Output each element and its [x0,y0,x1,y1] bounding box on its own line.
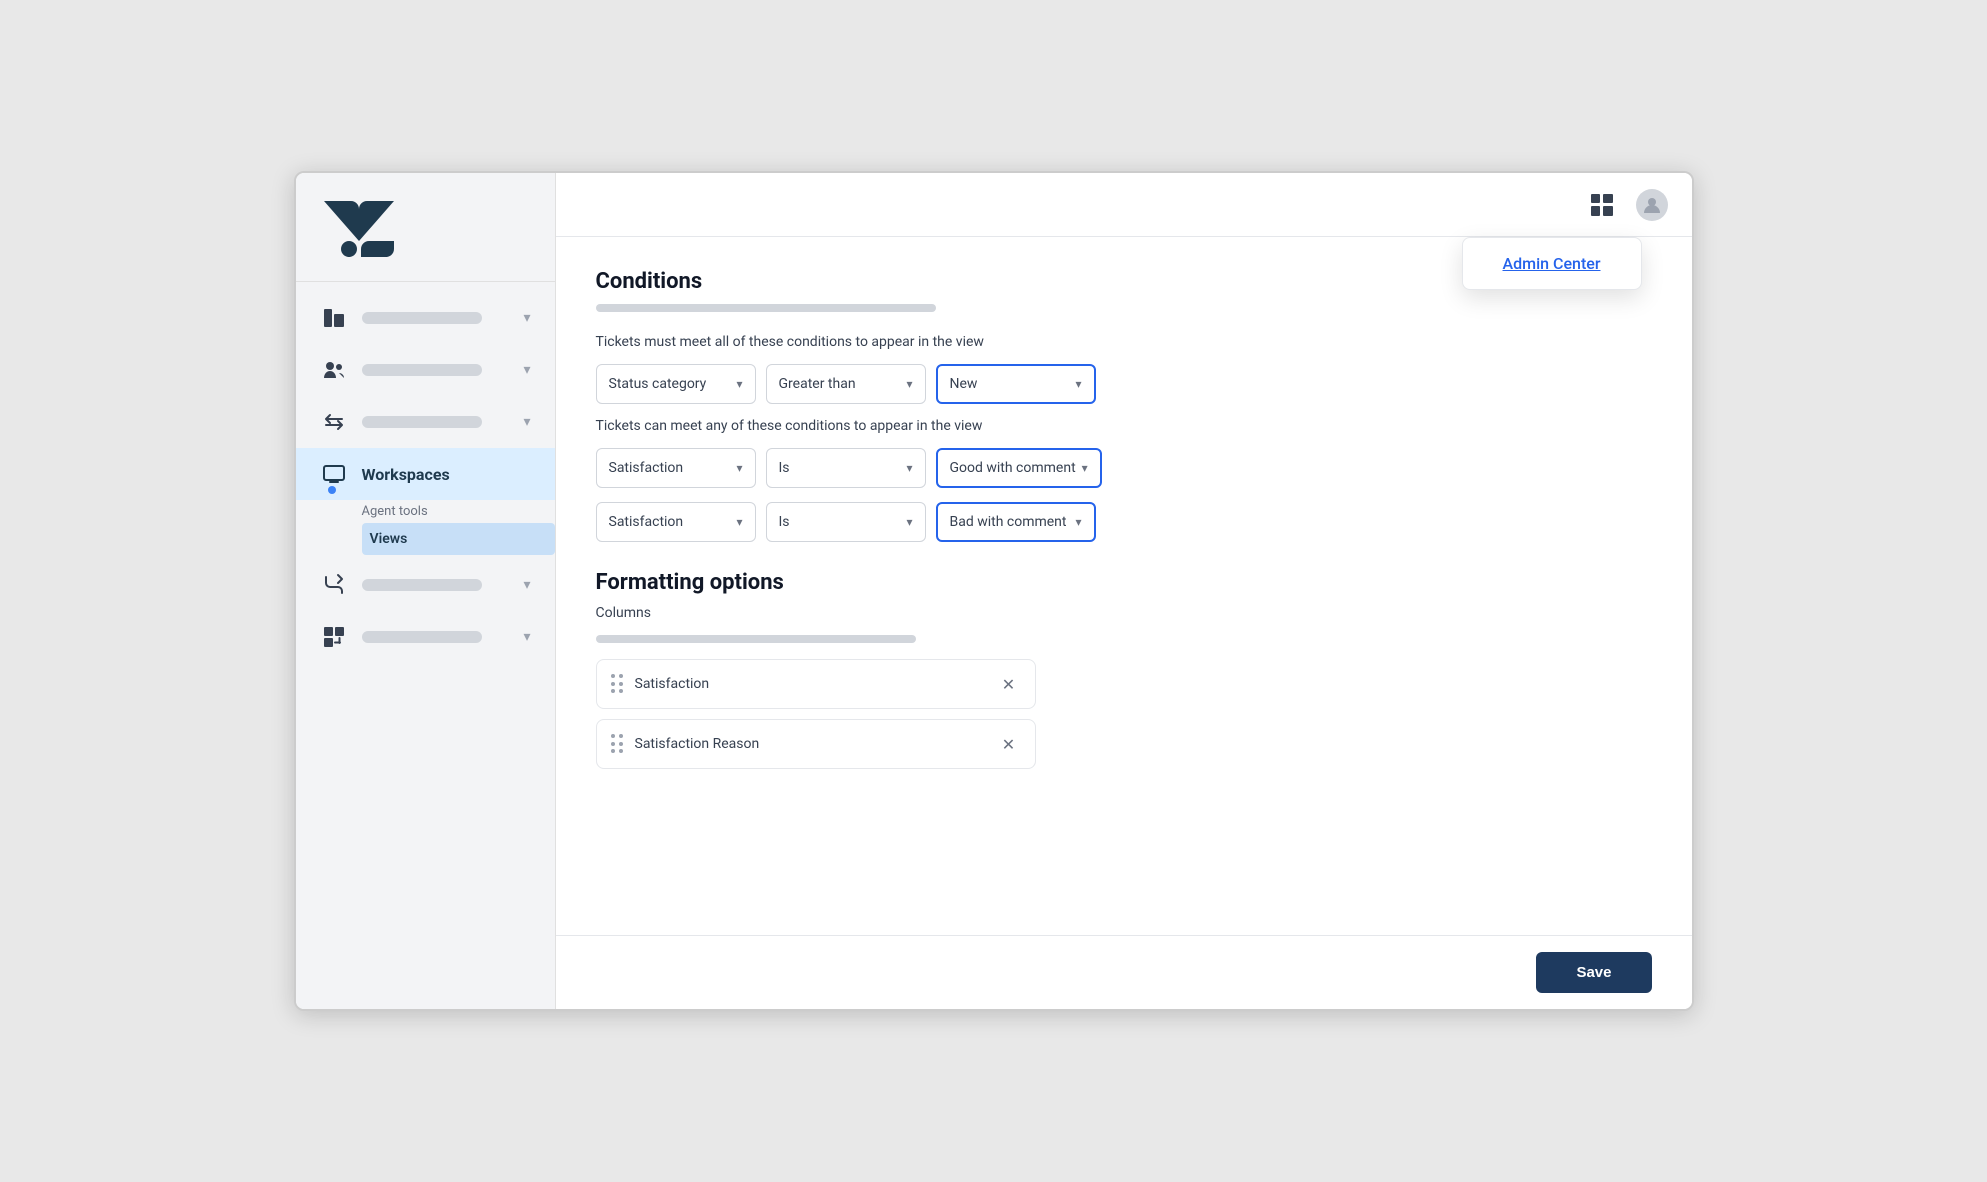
widgets-icon [320,623,348,651]
transfer-label [362,416,510,428]
sidebar-item-users[interactable]: ▾ [296,344,555,396]
remove-column-0-button[interactable]: ✕ [997,672,1021,696]
logo-area [296,173,555,282]
any-condition-field-chevron-0: ▾ [736,461,742,475]
admin-center-dropdown: Admin Center [1462,237,1642,290]
widgets-chevron: ▾ [523,629,530,645]
any-condition-value-select-0[interactable]: Good with comment ▾ [936,448,1102,488]
grid-icon [1591,194,1613,216]
sidebar-item-buildings[interactable]: ▾ [296,292,555,344]
page-content-area: Conditions Tickets must meet all of thes… [556,237,1692,935]
any-condition-operator-chevron-0: ▾ [906,461,912,475]
drag-handle-1[interactable] [611,734,625,754]
transfer-icon [320,408,348,436]
sidebar-item-transfer[interactable]: ▾ [296,396,555,448]
any-condition-operator-label-0: Is [779,460,901,476]
all-condition-row-0: Status category ▾ Greater than ▾ New ▾ [596,364,1652,404]
avatar-icon [1642,195,1662,215]
widgets-label [362,631,510,643]
any-condition-field-chevron-1: ▾ [736,515,742,529]
users-label [362,364,510,376]
any-condition-operator-label-1: Is [779,514,901,530]
user-avatar-button[interactable] [1636,189,1668,221]
main-content: Admin Center Conditions Tickets must mee… [556,173,1692,1009]
save-button[interactable]: Save [1536,952,1651,993]
any-condition-operator-select-1[interactable]: Is ▾ [766,502,926,542]
any-condition-value-label-0: Good with comment [950,460,1076,476]
apps-grid-button[interactable] [1584,187,1620,223]
any-condition-field-select-1[interactable]: Satisfaction ▾ [596,502,756,542]
any-condition-operator-select-0[interactable]: Is ▾ [766,448,926,488]
workspaces-icon [320,460,348,488]
workspaces-dot [328,486,336,494]
sidebar: ▾ ▾ ▾ [296,173,556,1009]
all-condition-operator-chevron-0: ▾ [906,377,912,391]
all-condition-operator-label-0: Greater than [779,376,901,392]
admin-center-link[interactable]: Admin Center [1503,254,1601,273]
any-conditions-desc: Tickets can meet any of these conditions… [596,418,1652,434]
any-condition-field-select-0[interactable]: Satisfaction ▾ [596,448,756,488]
any-condition-value-chevron-0: ▾ [1082,461,1088,475]
workspaces-label-text: Workspaces [362,465,531,484]
column-row-0: Satisfaction ✕ [596,659,1036,709]
formatting-section: Formatting options Columns Satisfaction … [596,570,1652,769]
routing-chevron: ▾ [523,577,530,593]
buildings-icon [320,304,348,332]
columns-label: Columns [596,605,1652,621]
any-condition-value-chevron-1: ▾ [1075,515,1081,529]
any-condition-row-1: Satisfaction ▾ Is ▾ Bad with comment ▾ [596,502,1652,542]
users-chevron: ▾ [523,362,530,378]
any-condition-row-0: Satisfaction ▾ Is ▾ Good with comment ▾ [596,448,1652,488]
drag-handle-0[interactable] [611,674,625,694]
sidebar-item-workspaces[interactable]: Workspaces [296,448,555,500]
any-condition-operator-chevron-1: ▾ [906,515,912,529]
sub-navigation: Agent tools Views [296,500,555,555]
formatting-title: Formatting options [596,570,1652,595]
column-row-1: Satisfaction Reason ✕ [596,719,1036,769]
remove-column-1-button[interactable]: ✕ [997,732,1021,756]
page-footer: Save [556,935,1692,1009]
all-condition-value-select-0[interactable]: New ▾ [936,364,1096,404]
all-condition-value-label-0: New [950,376,1070,392]
all-condition-operator-select-0[interactable]: Greater than ▾ [766,364,926,404]
conditions-bar [596,304,936,312]
routing-label [362,579,510,591]
any-condition-field-label-0: Satisfaction [609,460,731,476]
any-condition-field-label-1: Satisfaction [609,514,731,530]
buildings-label [362,312,510,324]
sidebar-navigation: ▾ ▾ ▾ [296,292,555,989]
users-icon [320,356,348,384]
routing-icon [320,571,348,599]
column-name-0: Satisfaction [635,676,987,692]
all-condition-field-label-0: Status category [609,376,731,392]
columns-bar [596,635,916,643]
all-condition-value-chevron-0: ▾ [1075,377,1081,391]
topbar: Admin Center [556,173,1692,237]
column-name-1: Satisfaction Reason [635,736,987,752]
all-conditions-desc: Tickets must meet all of these condition… [596,334,1652,350]
buildings-chevron: ▾ [523,310,530,326]
any-condition-value-select-1[interactable]: Bad with comment ▾ [936,502,1096,542]
sub-nav-agent-tools: Agent tools [362,500,555,523]
conditions-section: Conditions Tickets must meet all of thes… [596,269,1652,542]
any-condition-value-label-1: Bad with comment [950,514,1070,530]
all-condition-field-select-0[interactable]: Status category ▾ [596,364,756,404]
workspaces-label: Workspaces [362,465,531,484]
sub-nav-views[interactable]: Views [362,523,555,555]
all-condition-field-chevron-0: ▾ [736,377,742,391]
sidebar-item-widgets[interactable]: ▾ [296,611,555,663]
zendesk-logo [324,201,394,257]
transfer-chevron: ▾ [523,414,530,430]
sidebar-item-routing[interactable]: ▾ [296,559,555,611]
